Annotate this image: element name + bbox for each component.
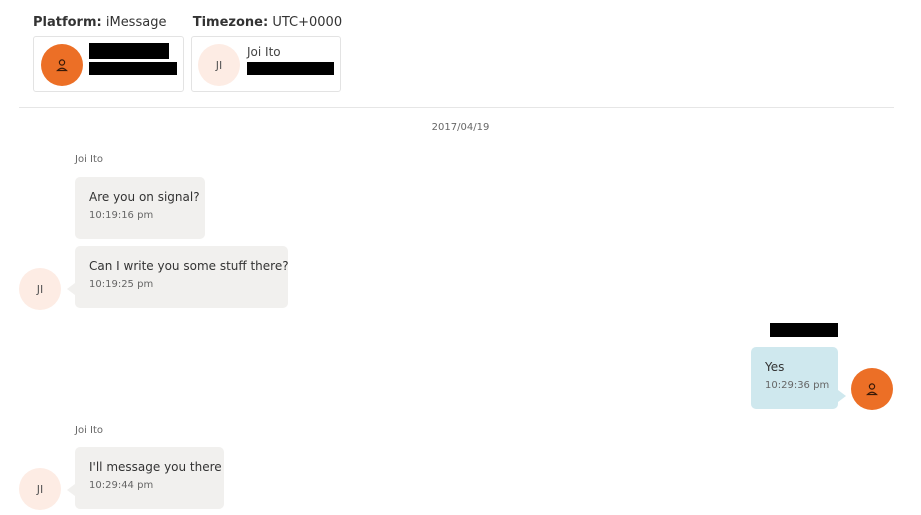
message-time: 10:19:25 pm (89, 279, 154, 290)
avatar: JI (19, 468, 61, 510)
redacted-name (89, 43, 169, 59)
avatar (41, 44, 83, 86)
conversation-meta: Platform: iMessage Timezone: UTC+0000 (33, 15, 342, 30)
redacted-sender-name (770, 323, 838, 337)
redacted-detail (247, 62, 334, 75)
bubble-tail (67, 484, 75, 496)
message-bubble: Can I write you some stuff there? 10:19:… (75, 246, 289, 308)
avatar: JI (19, 268, 61, 310)
sender-name: Joi Ito (75, 154, 104, 165)
timezone-value: UTC+0000 (272, 15, 343, 30)
platform-value: iMessage (105, 15, 167, 30)
message-time: 10:29:44 pm (89, 480, 154, 491)
avatar (851, 368, 893, 410)
message-bubble: I'll message you there 10:29:44 pm (75, 447, 224, 509)
message-time: 10:29:36 pm (765, 380, 830, 391)
avatar: JI (198, 44, 240, 86)
avatar-initials: JI (36, 282, 44, 296)
sender-name: Joi Ito (75, 425, 104, 436)
avatar-initials: JI (36, 482, 44, 496)
message-text: Yes (765, 360, 785, 374)
message-bubble: Yes 10:29:36 pm (751, 347, 838, 409)
bubble-tail (838, 390, 846, 402)
message-time: 10:19:16 pm (89, 210, 154, 221)
person-icon (866, 383, 878, 396)
participant-card-self[interactable] (33, 36, 184, 92)
message-text: I'll message you there (89, 460, 222, 474)
avatar-initials: JI (215, 58, 223, 72)
redacted-detail (89, 62, 177, 75)
message-bubble: Are you on signal? 10:19:16 pm (75, 177, 205, 239)
header-divider (19, 107, 894, 108)
bubble-tail (67, 283, 75, 295)
message-text: Are you on signal? (89, 190, 200, 204)
timezone-label: Timezone: (192, 15, 269, 30)
participant-card-other[interactable]: JI Joi Ito (191, 36, 341, 92)
person-icon (56, 59, 68, 72)
message-text: Can I write you some stuff there? (89, 259, 289, 273)
participant-name: Joi Ito (247, 45, 281, 59)
date-separator: 2017/04/19 (431, 122, 490, 133)
platform-label: Platform: (33, 15, 102, 30)
